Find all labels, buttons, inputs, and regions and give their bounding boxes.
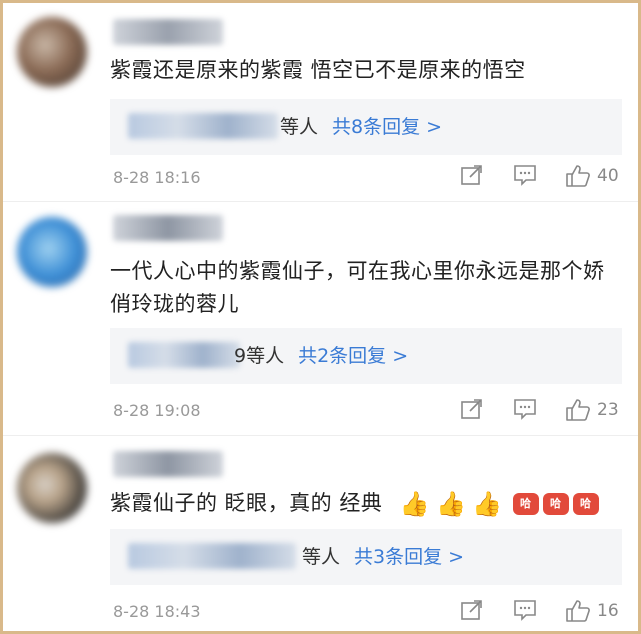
like-button[interactable]: 40	[565, 164, 619, 188]
comment-item: 紫霞仙子的 眨眼，真的 经典 👍 👍 👍 哈 哈 哈 等人 共3条回复 > 8-2…	[3, 437, 638, 631]
divider	[3, 201, 638, 202]
reply-usernames	[128, 113, 278, 139]
comment-button[interactable]	[513, 398, 537, 420]
reply-who: 等人	[280, 116, 319, 138]
reply-line: 等人 共3条回复 >	[302, 543, 464, 571]
like-count: 16	[597, 601, 619, 621]
timestamp: 8-28 18:43	[113, 602, 201, 621]
thumbs-up-emoji: 👍	[399, 489, 430, 518]
reply-summary[interactable]: 9等人 共2条回复 >	[110, 328, 622, 384]
thumbs-up-emoji: 👍	[472, 489, 503, 518]
comment-button[interactable]	[513, 164, 537, 186]
share-icon	[461, 165, 482, 185]
timestamp: 8-28 18:16	[113, 168, 201, 187]
comment-item: 一代人心中的紫霞仙子，可在我心里你永远是那个娇俏玲珑的蓉儿 9等人 共2条回复 >…	[3, 203, 638, 436]
comment-button[interactable]	[513, 599, 537, 621]
like-count: 23	[597, 400, 619, 420]
reply-usernames	[128, 342, 240, 368]
comment-icon	[514, 399, 536, 420]
comment-text-row: 紫霞仙子的 眨眼，真的 经典 👍 👍 👍 哈 哈 哈	[110, 487, 614, 521]
thumbs-up-icon	[566, 600, 590, 622]
like-button[interactable]: 23	[565, 398, 619, 422]
reply-count-link[interactable]: 共3条回复 >	[354, 546, 464, 568]
reply-line: 等人 共8条回复 >	[280, 113, 442, 141]
share-icon	[461, 399, 482, 419]
reply-who: 等人	[302, 546, 341, 568]
laugh-emoji: 哈	[512, 493, 539, 515]
reply-count-link[interactable]: 共8条回复 >	[332, 116, 442, 138]
reply-summary[interactable]: 等人 共8条回复 >	[110, 99, 622, 155]
comment-text: 一代人心中的紫霞仙子，可在我心里你永远是那个娇俏玲珑的蓉儿	[110, 259, 605, 316]
laugh-emoji: 哈	[572, 493, 599, 515]
share-button[interactable]	[460, 599, 484, 621]
avatar[interactable]	[17, 453, 87, 523]
reply-line: 9等人 共2条回复 >	[234, 342, 408, 370]
reply-usernames	[128, 543, 296, 569]
username[interactable]	[113, 19, 223, 45]
like-button[interactable]: 16	[565, 599, 619, 623]
thumbs-up-icon	[566, 399, 590, 421]
avatar[interactable]	[17, 217, 87, 287]
username[interactable]	[113, 451, 223, 477]
share-button[interactable]	[460, 398, 484, 420]
reply-count-link[interactable]: 共2条回复 >	[298, 345, 408, 367]
avatar[interactable]	[17, 17, 87, 87]
timestamp: 8-28 19:08	[113, 401, 201, 420]
reply-summary[interactable]: 等人 共3条回复 >	[110, 529, 622, 585]
laugh-emoji: 哈	[542, 493, 569, 515]
thumbs-up-emoji: 👍	[435, 489, 467, 518]
divider	[3, 435, 638, 436]
reply-who: 9等人	[234, 345, 285, 367]
comment-item: 紫霞还是原来的紫霞 悟空已不是原来的悟空 等人 共8条回复 > 8-28 18:1…	[3, 9, 638, 202]
thumbs-up-icon	[566, 165, 590, 187]
emoji-row: 👍 👍 👍 哈 哈 哈	[400, 488, 599, 521]
comment-icon	[514, 165, 536, 186]
comment-icon	[514, 600, 536, 621]
username[interactable]	[113, 215, 223, 241]
comment-text: 紫霞还是原来的紫霞 悟空已不是原来的悟空	[110, 58, 526, 82]
comment-panel: 紫霞还是原来的紫霞 悟空已不是原来的悟空 等人 共8条回复 > 8-28 18:1…	[0, 0, 641, 634]
share-button[interactable]	[460, 164, 484, 186]
like-count: 40	[597, 166, 619, 186]
comment-text: 紫霞仙子的 眨眼，真的 经典	[110, 491, 383, 515]
share-icon	[461, 600, 482, 620]
